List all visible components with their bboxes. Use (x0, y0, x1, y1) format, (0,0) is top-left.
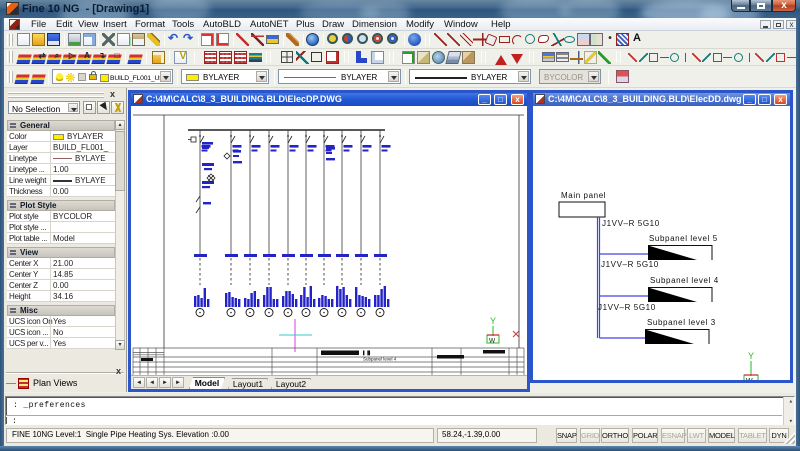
svg-text:J1VV–R 5G10: J1VV–R 5G10 (602, 219, 660, 228)
svg-text:Subpanel level 5: Subpanel level 5 (649, 234, 718, 243)
svg-text:J1VV–R 5G10: J1VV–R 5G10 (601, 260, 659, 269)
svg-text:J1VV–R 5G10: J1VV–R 5G10 (598, 303, 656, 312)
svg-text:Subpanel level 4: Subpanel level 4 (650, 276, 719, 285)
svg-text:▌▐▌: ▌▐▌ (363, 350, 372, 356)
svg-text:Subpanel level 3: Subpanel level 3 (647, 318, 716, 327)
svg-text:W: W (746, 378, 753, 380)
svg-text:Main panel: Main panel (561, 191, 606, 200)
svg-text:Subpanel level 4: Subpanel level 4 (363, 357, 397, 362)
svg-text:W: W (489, 338, 496, 345)
svg-text:Y: Y (490, 316, 496, 326)
svg-text:Y: Y (748, 351, 754, 361)
